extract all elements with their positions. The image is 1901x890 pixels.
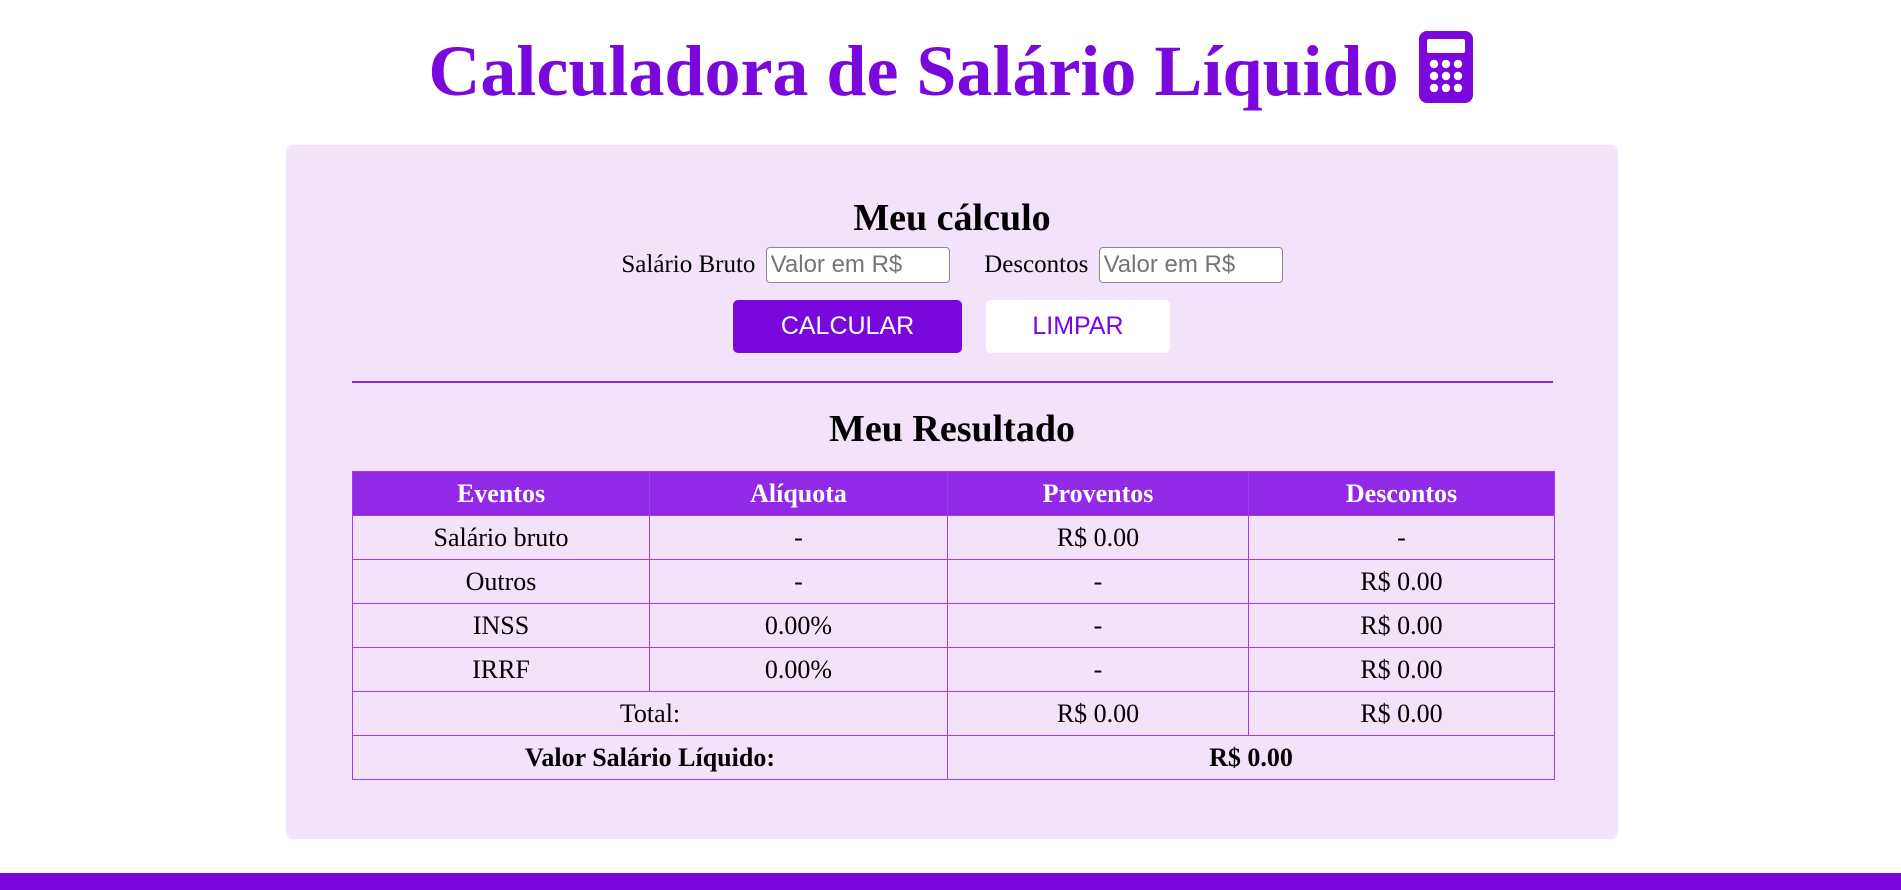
header: Calculadora de Salário Líquido <box>0 28 1901 114</box>
total-label: Total: <box>352 691 948 736</box>
column-header-discounts: Descontos <box>1248 471 1555 516</box>
page-title: Calculadora de Salário Líquido <box>428 31 1399 111</box>
table-row: Salário bruto - R$ 0.00 - <box>352 515 1555 560</box>
table-header-row: Eventos Alíquota Proventos Descontos <box>352 471 1555 516</box>
discounts-cell: - <box>1248 515 1555 560</box>
earnings-cell: - <box>947 559 1249 604</box>
gross-salary-label: Salário Bruto <box>621 251 756 278</box>
rate-cell: 0.00% <box>649 603 948 648</box>
calculator-icon <box>1418 31 1473 103</box>
event-cell: Outros <box>352 559 650 604</box>
event-cell: IRRF <box>352 647 650 692</box>
earnings-cell: R$ 0.00 <box>947 515 1249 560</box>
clear-button[interactable]: LIMPAR <box>986 300 1170 353</box>
net-salary-row: Valor Salário Líquido: R$ 0.00 <box>352 735 1555 780</box>
total-discounts: R$ 0.00 <box>1248 691 1555 736</box>
calculation-form: Salário Bruto Descontos <box>286 247 1618 283</box>
calculator-card: Meu cálculo Salário Bruto Descontos CALC… <box>286 145 1618 839</box>
total-earnings: R$ 0.00 <box>947 691 1249 736</box>
table-row: Outros - - R$ 0.00 <box>352 559 1555 604</box>
gross-salary-input[interactable] <box>765 247 950 283</box>
footer-bar <box>0 873 1901 890</box>
event-cell: INSS <box>352 603 650 648</box>
discounts-input[interactable] <box>1098 247 1283 283</box>
column-header-rate: Alíquota <box>649 471 948 516</box>
calculation-title: Meu cálculo <box>853 197 1051 239</box>
result-title: Meu Resultado <box>829 408 1075 450</box>
earnings-cell: - <box>947 603 1249 648</box>
results-table: Eventos Alíquota Proventos Descontos Sal… <box>352 471 1555 780</box>
net-salary-label: Valor Salário Líquido: <box>352 735 948 780</box>
discounts-label: Descontos <box>984 251 1089 278</box>
calculate-button[interactable]: CALCULAR <box>733 300 962 353</box>
table-row: IRRF 0.00% - R$ 0.00 <box>352 647 1555 692</box>
discounts-cell: R$ 0.00 <box>1248 559 1555 604</box>
page: Calculadora de Salário Líquido Meu cálcu… <box>0 0 1901 890</box>
divider <box>352 381 1553 383</box>
event-cell: Salário bruto <box>352 515 650 560</box>
form-buttons: CALCULAR LIMPAR <box>286 300 1618 353</box>
rate-cell: 0.00% <box>649 647 948 692</box>
table-row: INSS 0.00% - R$ 0.00 <box>352 603 1555 648</box>
rate-cell: - <box>649 559 948 604</box>
column-header-earnings: Proventos <box>947 471 1249 516</box>
discounts-cell: R$ 0.00 <box>1248 647 1555 692</box>
net-salary-value: R$ 0.00 <box>947 735 1555 780</box>
rate-cell: - <box>649 515 948 560</box>
column-header-events: Eventos <box>352 471 650 516</box>
total-row: Total: R$ 0.00 R$ 0.00 <box>352 691 1555 736</box>
earnings-cell: - <box>947 647 1249 692</box>
discounts-cell: R$ 0.00 <box>1248 603 1555 648</box>
